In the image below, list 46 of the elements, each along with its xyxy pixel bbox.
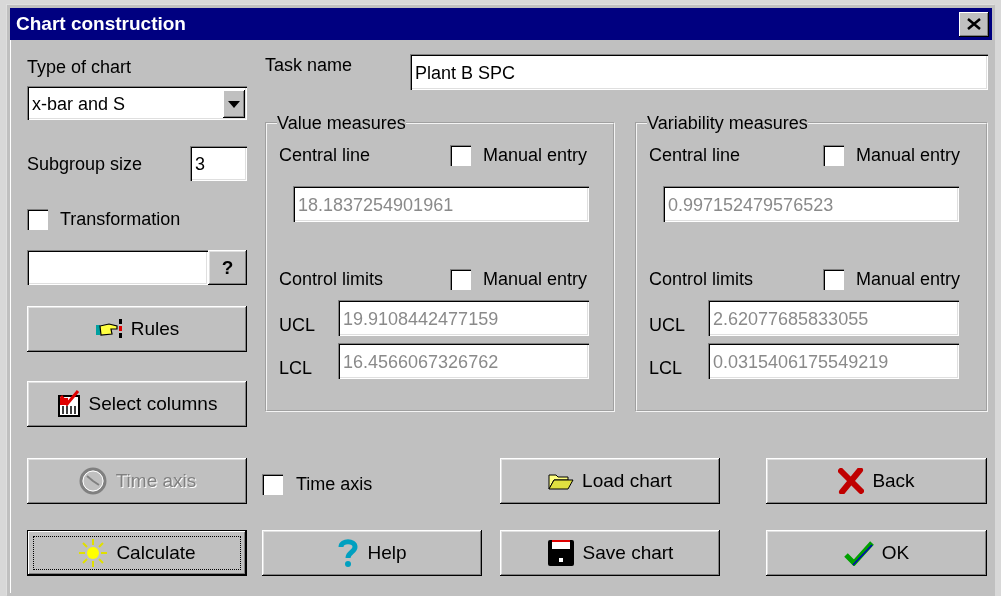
checkbox-label: Manual entry xyxy=(482,268,587,290)
group-title: Variability measures xyxy=(647,112,808,134)
chart-type-dropdown[interactable]: x-bar and S xyxy=(27,86,247,120)
field-label: Control limits xyxy=(279,268,384,290)
cross-icon xyxy=(838,468,865,494)
action-button[interactable]: Calculate xyxy=(27,530,247,576)
action-button[interactable]: Back xyxy=(766,458,987,504)
field-label: LCL xyxy=(279,357,314,379)
close-button[interactable] xyxy=(959,11,989,37)
folder-icon xyxy=(548,471,575,491)
window-title: Chart construction xyxy=(16,13,186,35)
field-label: Type of chart xyxy=(27,56,133,78)
side-button[interactable]: Rules xyxy=(27,306,247,352)
checkbox[interactable] xyxy=(27,208,48,230)
checkmark-icon xyxy=(843,540,874,566)
field-label: UCL xyxy=(649,314,686,336)
checkbox-label: Manual entry xyxy=(855,144,960,166)
column-sheet-icon xyxy=(56,390,81,418)
help-button[interactable]: ? xyxy=(208,250,247,285)
field-label: Control limits xyxy=(649,268,754,290)
task-name-field[interactable]: Plant B SPC xyxy=(410,54,988,90)
checkbox-label: Time axis xyxy=(296,473,373,495)
field-label: Task name xyxy=(265,54,353,76)
clock-icon xyxy=(77,466,108,496)
action-button[interactable]: OK xyxy=(766,530,987,576)
side-button[interactable]: Select columns xyxy=(27,381,247,427)
field-label: Subgroup size xyxy=(27,152,143,175)
field-label: Central line xyxy=(279,144,371,166)
subgroup-size-field[interactable]: 3 xyxy=(190,146,247,181)
pointing-hand-icon xyxy=(94,318,123,340)
field-label: UCL xyxy=(279,314,316,336)
field-label: Central line xyxy=(649,144,741,166)
action-button[interactable]: Help xyxy=(262,530,482,576)
action-button[interactable]: Save chart xyxy=(500,530,720,576)
field-label: LCL xyxy=(649,357,684,379)
checkbox-label: Transformation xyxy=(60,208,181,230)
sun-icon xyxy=(78,538,109,568)
checkbox-label: Manual entry xyxy=(855,268,960,290)
checkbox[interactable] xyxy=(262,473,283,495)
group-title: Value measures xyxy=(277,112,406,134)
close-icon xyxy=(967,18,981,30)
question-mark-icon xyxy=(337,538,360,568)
action-button[interactable]: Load chart xyxy=(500,458,720,504)
transformation-field[interactable] xyxy=(27,250,208,285)
dropdown-arrow-icon xyxy=(228,100,240,108)
checkbox-label: Manual entry xyxy=(482,144,587,166)
